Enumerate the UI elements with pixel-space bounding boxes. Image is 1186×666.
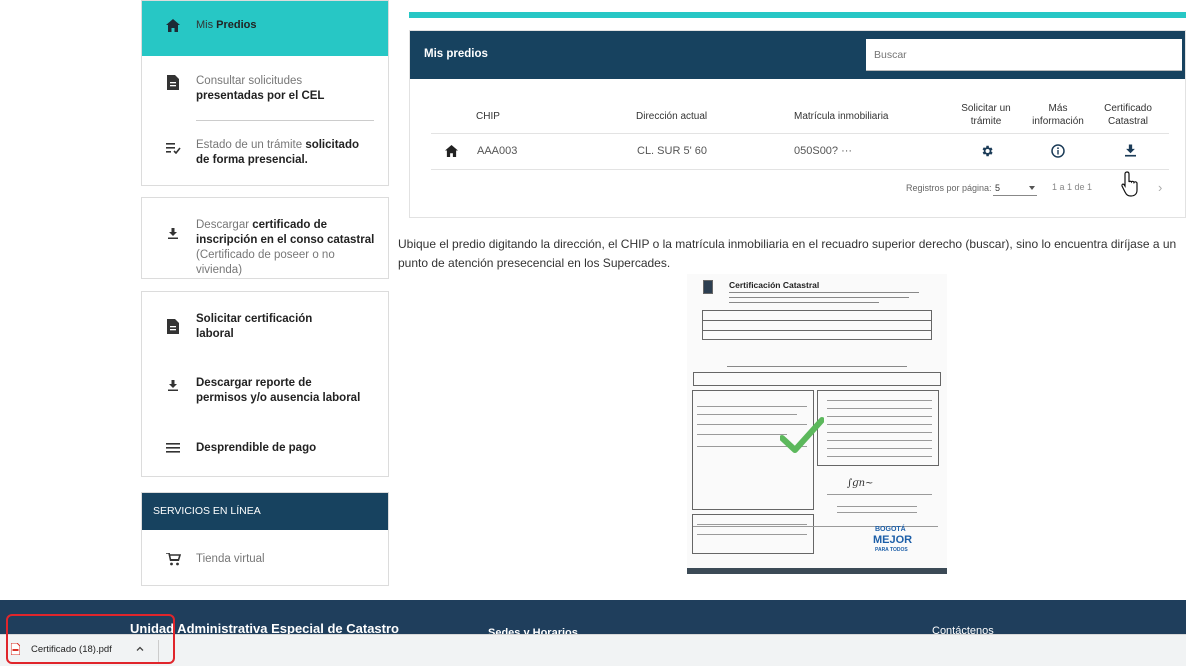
teal-top-bar (409, 12, 1186, 18)
home-icon (445, 145, 458, 157)
cert-check-icon (780, 416, 824, 456)
info-icon[interactable] (1051, 144, 1065, 158)
sidebar-item-label: Descargar (196, 219, 253, 231)
sidebar-item-label-suffix: (Certificado de poseer o no vivienda) (196, 249, 335, 276)
page-size-value: 5 (995, 183, 1001, 193)
document-icon (164, 312, 182, 334)
cell-chip: AAA003 (477, 145, 518, 157)
menu-lines-icon (164, 441, 182, 453)
search-input[interactable] (866, 39, 1182, 71)
predios-title: Mis predios (424, 48, 488, 60)
cert-mejor-text: MEJOR (873, 534, 913, 546)
sidebar-item-mis-predios[interactable]: Mis Predios (142, 1, 388, 56)
col-mas-info: Más información (1032, 103, 1084, 127)
divider (196, 120, 374, 121)
page-range: 1 a 1 de 1 (1052, 182, 1093, 192)
list-check-icon (164, 138, 182, 154)
download-certificado-icon[interactable] (1125, 144, 1136, 157)
cell-matricula: 050S00? ··· (794, 145, 853, 157)
download-icon (164, 376, 182, 391)
sidebar-item-label: Consultar solicitudes (196, 75, 303, 87)
page-size-label: Registros por página: (906, 183, 992, 193)
menu-card-laboral: Solicitar certificación laboral Descarga… (141, 291, 389, 477)
sidebar-item-label-bold: presentadas por el CEL (196, 90, 325, 102)
predios-header: Mis predios (410, 31, 1185, 79)
sidebar-item-label: Tienda virtual (196, 553, 265, 565)
instructions-text: Ubique el predio digitando la dirección,… (398, 237, 1177, 270)
home-icon (164, 18, 182, 32)
menu-card-predios: Mis Predios Consultar solicitudes presen… (141, 0, 389, 186)
servicios-header: SERVICIOS EN LÍNEA (142, 493, 388, 530)
col-solicitar: Solicitar un trámite (961, 103, 1011, 127)
cert-title: Certificación Catastral (729, 280, 820, 290)
sidebar-item-estado[interactable]: Estado de un trámite solicitado de forma… (142, 138, 388, 168)
cert-para-todos-text: PARA TODOS (875, 547, 908, 553)
sidebar-item-desprendible[interactable]: Desprendible de pago (142, 441, 388, 456)
col-chip: CHIP (476, 111, 500, 122)
sidebar-item-tienda[interactable]: Tienda virtual (142, 552, 388, 567)
cell-direccion: CL. SUR 5' 60 (637, 145, 707, 157)
table-row[interactable]: AAA003 CL. SUR 5' 60 050S00? ··· (431, 133, 1169, 170)
gear-icon[interactable] (980, 144, 994, 158)
col-direccion: Dirección actual (636, 111, 708, 122)
sidebar-item-label: Desprendible de pago (196, 442, 317, 454)
sidebar-item-solicitar-certificacion[interactable]: Solicitar certificación laboral (142, 312, 388, 342)
download-icon (164, 218, 182, 239)
servicios-title: SERVICIOS EN LÍNEA (153, 505, 261, 517)
sidebar-item-label: Solicitar certificación laboral (196, 313, 313, 340)
sidebar-item-descargar-reporte[interactable]: Descargar reporte de permisos y/o ausenc… (142, 376, 388, 406)
download-bar: Certificado (18).pdf (0, 634, 1186, 666)
certificate-example-image: Certificación Catastral ∫ɡn~ BOGOTÁ MEJO… (687, 274, 947, 574)
sidebar-item-label-bold: Predios (216, 19, 257, 31)
cart-icon (164, 552, 182, 566)
col-certificado: Certificado Catastral (1104, 103, 1152, 127)
col-matricula: Matrícula inmobiliaria (794, 111, 889, 122)
document-icon (164, 74, 182, 90)
next-page-icon[interactable]: › (1158, 181, 1162, 194)
cert-logo (703, 280, 713, 294)
predios-panel: Mis predios CHIP Dirección actual Matríc… (409, 30, 1186, 218)
sidebar-item-label: Estado de un trámite (196, 139, 306, 151)
highlight-box (6, 614, 175, 664)
cert-info-economica (817, 390, 939, 466)
menu-card-certificado: Descargar certificado de inscripción en … (141, 197, 389, 279)
cert-signature: ∫ɡn~ (847, 478, 874, 489)
page-size-select[interactable]: 5 (993, 179, 1037, 196)
sidebar-item-consultar[interactable]: Consultar solicitudes presentadas por el… (142, 74, 388, 104)
sidebar-item-label: Descargar reporte de permisos y/o ausenc… (196, 377, 361, 404)
sidebar-item-descargar-certificado[interactable]: Descargar certificado de inscripción en … (142, 218, 388, 278)
sidebar-item-label: Mis (196, 19, 217, 31)
hand-cursor-icon (1120, 171, 1142, 197)
menu-card-servicios: SERVICIOS EN LÍNEA Tienda virtual (141, 492, 389, 586)
cert-bogota-text: BOGOTÁ (875, 526, 906, 533)
dropdown-arrow-icon (1029, 186, 1035, 190)
